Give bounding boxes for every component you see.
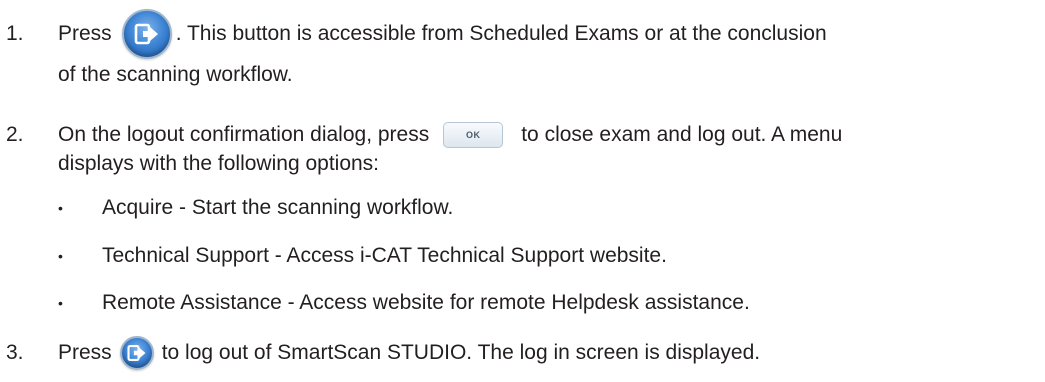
- step-1-text-after: . This button is accessible from Schedul…: [175, 22, 827, 45]
- logout-icon[interactable]: [121, 9, 172, 59]
- step-2-text-before: On the logout confirmation dialog, press: [58, 123, 430, 146]
- bullet-text: Technical Support - Access i-CAT Technic…: [102, 244, 667, 267]
- step-3-text-after: to log out of SmartScan STUDIO. The log …: [161, 341, 761, 364]
- ok-button[interactable]: OK: [443, 122, 504, 148]
- step-1-text-before: Press: [58, 22, 112, 45]
- logout-icon[interactable]: [119, 336, 154, 370]
- bullet-text: Remote Assistance - Access website for r…: [102, 291, 750, 314]
- list-item: • Acquire - Start the scanning workflow.: [0, 195, 453, 221]
- step-3: 3. Press to log out of SmartScan STUDIO.…: [0, 334, 760, 372]
- bullet-marker: •: [58, 200, 63, 216]
- step-2-continuation: displays with the following options:: [58, 151, 379, 177]
- bullet-marker: •: [58, 248, 63, 264]
- step-2-number: 2.: [6, 123, 24, 146]
- step-2-text-after: to close exam and log out. A menu: [521, 123, 843, 146]
- step-2-continuation-text: displays with the following options:: [58, 152, 380, 175]
- step-1-continuation: of the scanning workflow.: [58, 62, 293, 88]
- step-3-text-before: Press: [58, 341, 112, 364]
- step-1: 1. Press . This button is accessible fro…: [0, 8, 827, 60]
- bullet-marker: •: [58, 295, 63, 311]
- step-3-number: 3.: [6, 341, 24, 364]
- step-2: 2. On the logout confirmation dialog, pr…: [0, 121, 842, 149]
- list-item: • Technical Support - Access i-CAT Techn…: [0, 243, 667, 269]
- bullet-text: Acquire - Start the scanning workflow.: [102, 196, 454, 219]
- list-item: • Remote Assistance - Access website for…: [0, 290, 750, 316]
- step-1-number: 1.: [6, 22, 24, 45]
- step-1-continuation-text: of the scanning workflow.: [58, 63, 293, 86]
- instructions-document: 1. Press . This button is accessible fro…: [0, 0, 1045, 382]
